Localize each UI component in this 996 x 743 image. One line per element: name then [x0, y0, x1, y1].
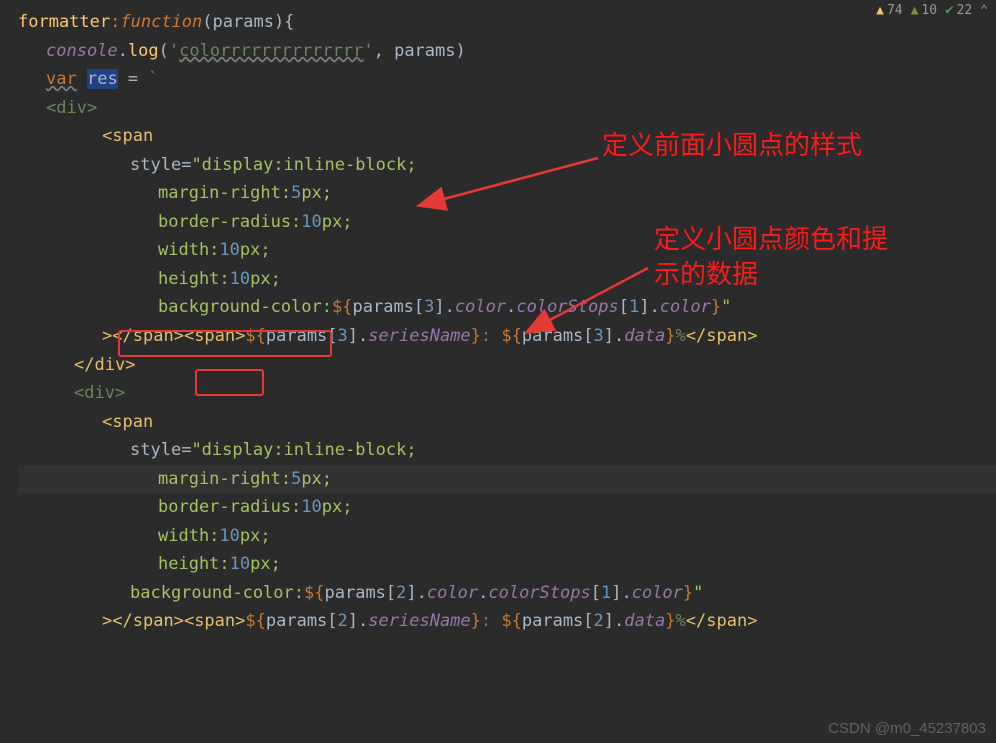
code-editor[interactable]: formatter:function(params){ console.log(… — [0, 0, 996, 636]
watermark: CSDN @m0_45237803 — [828, 720, 986, 737]
property-name: formatter — [18, 12, 110, 32]
